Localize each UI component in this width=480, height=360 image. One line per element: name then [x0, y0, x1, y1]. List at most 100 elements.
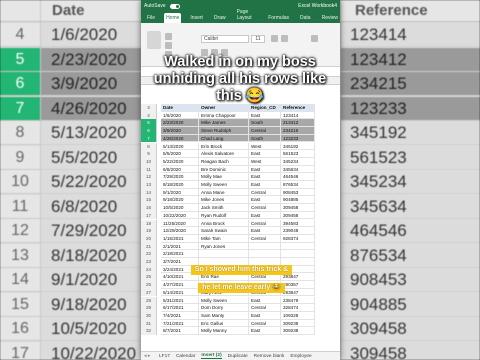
- date-cell[interactable]: 6/8/2020: [161, 165, 199, 174]
- owner-cell[interactable]: Chad Lang: [199, 134, 249, 143]
- date-cell[interactable]: 5/5/2020: [161, 150, 199, 158]
- row-number[interactable]: 16: [141, 204, 157, 212]
- reference-cell[interactable]: 109328: [281, 311, 315, 320]
- owner-cell[interactable]: Molly Manny: [199, 327, 249, 335]
- reference-cell[interactable]: 928374: [281, 234, 315, 243]
- date-cell[interactable]: 6/17/2021: [161, 304, 199, 312]
- date-cell[interactable]: 3/9/2020: [161, 127, 199, 135]
- owner-cell[interactable]: Ryan Jones: [199, 242, 249, 251]
- date-cell[interactable]: 5/13/2020: [161, 142, 199, 151]
- reference-cell[interactable]: 345234: [281, 157, 315, 166]
- owner-cell[interactable]: Sarah Swain: [199, 227, 249, 235]
- reference-cell[interactable]: 309458: [281, 211, 315, 220]
- date-cell[interactable]: 12/29/2020: [161, 227, 199, 235]
- reference-cell[interactable]: 123414: [281, 111, 315, 120]
- owner-cell[interactable]: Emma Chappoor: [199, 111, 249, 120]
- date-cell[interactable]: 1/6/2020: [161, 111, 199, 120]
- reference-cell[interactable]: 908453: [281, 188, 315, 197]
- copy-icon[interactable]: [165, 42, 172, 49]
- row-number[interactable]: 8: [141, 142, 157, 151]
- tab-review[interactable]: Review: [320, 13, 340, 23]
- owner-cell[interactable]: Anna Mane: [199, 188, 249, 197]
- date-cell[interactable]: 11/25/2020: [161, 219, 199, 228]
- owner-cell[interactable]: Molly Mae: [199, 173, 249, 181]
- row-number[interactable]: 15: [141, 196, 157, 205]
- row-number[interactable]: 5: [141, 119, 157, 128]
- region-cell[interactable]: Central: [249, 304, 281, 312]
- reference-cell[interactable]: 239048: [281, 227, 315, 235]
- sheet-tab[interactable]: LF17: [159, 354, 170, 359]
- sheet-tab[interactable]: Remove blank: [254, 354, 285, 359]
- region-cell[interactable]: East: [249, 181, 281, 189]
- region-cell[interactable]: South: [249, 119, 281, 128]
- tab-data[interactable]: Data: [298, 13, 313, 23]
- region-cell[interactable]: Central: [249, 319, 281, 328]
- date-cell[interactable]: 2/1/2021: [161, 242, 199, 251]
- header-owner[interactable]: Owner: [199, 104, 249, 112]
- date-cell[interactable]: 10/5/2020: [161, 204, 199, 212]
- row-number[interactable]: 18: [141, 219, 157, 228]
- region-cell[interactable]: West: [249, 142, 281, 151]
- number-format-icon[interactable]: [311, 35, 318, 42]
- region-cell[interactable]: East: [249, 111, 281, 120]
- tab-insert[interactable]: Insert: [188, 13, 205, 23]
- row-number[interactable]: 28: [141, 296, 157, 305]
- reference-cell[interactable]: [281, 242, 315, 251]
- row-number[interactable]: 20: [141, 234, 157, 243]
- tab-file[interactable]: File: [145, 13, 157, 23]
- owner-cell[interactable]: Jack Smith: [199, 204, 249, 212]
- owner-cell[interactable]: Anna Brock: [199, 219, 249, 228]
- owner-cell[interactable]: Dom Dorry: [199, 304, 249, 312]
- reference-cell[interactable]: 238479: [281, 296, 315, 305]
- region-cell[interactable]: Central: [249, 204, 281, 212]
- date-cell[interactable]: 4/26/2020: [161, 134, 199, 143]
- date-cell[interactable]: 7/29/2020: [161, 173, 199, 181]
- region-cell[interactable]: East: [249, 150, 281, 158]
- region-cell[interactable]: South: [249, 134, 281, 143]
- date-cell[interactable]: 10/22/2020: [161, 211, 199, 220]
- date-cell[interactable]: 8/7/2021: [161, 327, 199, 335]
- row-number[interactable]: 26: [141, 281, 157, 289]
- tab-home[interactable]: Home: [164, 13, 182, 23]
- row-number[interactable]: 6: [141, 127, 157, 135]
- reference-cell[interactable]: 328474: [281, 304, 315, 312]
- reference-cell[interactable]: 234215: [281, 127, 315, 135]
- sheet-tab[interactable]: Employee: [290, 354, 311, 359]
- wrap-icon[interactable]: [281, 35, 288, 42]
- date-cell[interactable]: 8/18/2020: [161, 181, 199, 189]
- owner-cell[interactable]: Eric Gallus: [199, 319, 249, 328]
- reference-cell[interactable]: [281, 250, 315, 258]
- region-cell[interactable]: Central: [249, 127, 281, 135]
- row-number[interactable]: 7: [141, 134, 157, 143]
- row-number[interactable]: 23: [141, 258, 157, 266]
- reference-cell[interactable]: 561523: [281, 150, 315, 158]
- owner-cell[interactable]: Molly Sween: [199, 181, 249, 189]
- header-region[interactable]: Region_CD: [249, 104, 281, 112]
- row-number[interactable]: 21: [141, 242, 157, 251]
- date-cell[interactable]: 7/4/2021: [161, 311, 199, 320]
- sheet-tab[interactable]: Duplicate: [228, 354, 248, 359]
- region-cell[interactable]: Central: [249, 188, 281, 197]
- owner-cell[interactable]: Erin Brock: [199, 142, 249, 151]
- date-cell[interactable]: 7/21/2021: [161, 319, 199, 328]
- owner-cell[interactable]: Alexis Salvatore: [199, 150, 249, 158]
- date-cell[interactable]: 9/1/2020: [161, 188, 199, 197]
- row-number[interactable]: 30: [141, 311, 157, 320]
- reference-cell[interactable]: 394583: [281, 219, 315, 228]
- owner-cell[interactable]: Sam Manty: [199, 311, 249, 320]
- row-number[interactable]: 19: [141, 227, 157, 235]
- font-name-box[interactable]: Calibri: [201, 35, 249, 43]
- owner-cell[interactable]: Mike Jones: [199, 196, 249, 205]
- reference-cell[interactable]: 123233: [281, 134, 315, 143]
- region-cell[interactable]: East: [249, 173, 281, 181]
- reference-cell[interactable]: 309238: [281, 319, 315, 328]
- row-number[interactable]: 22: [141, 250, 157, 258]
- region-cell[interactable]: [249, 250, 281, 258]
- date-cell[interactable]: 2/23/2020: [161, 119, 199, 128]
- region-cell[interactable]: Central: [249, 219, 281, 228]
- row-number[interactable]: 31: [141, 319, 157, 328]
- row-number[interactable]: 14: [141, 188, 157, 197]
- owner-cell[interactable]: Mike Tam: [199, 234, 249, 243]
- header-reference[interactable]: Reference: [281, 104, 315, 112]
- row-number[interactable]: 3: [141, 104, 157, 112]
